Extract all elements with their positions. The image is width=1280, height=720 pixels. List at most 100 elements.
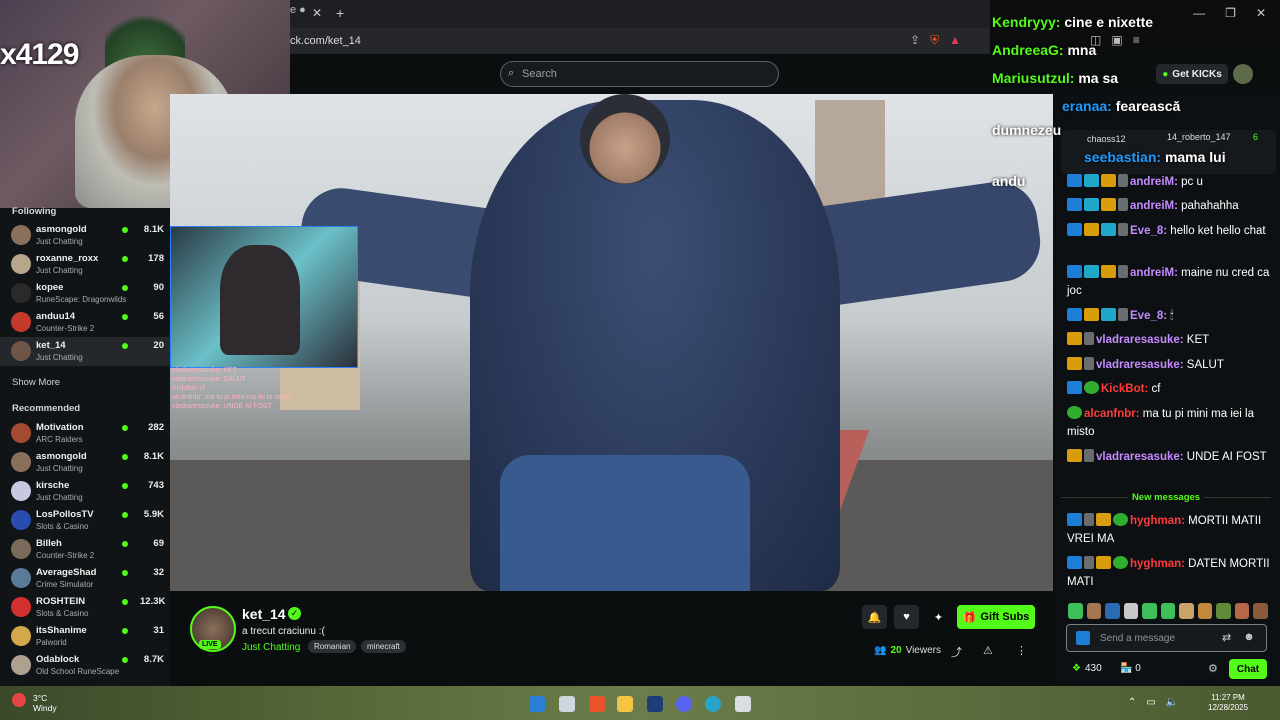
wallet-icon[interactable]: ▣ [1111, 33, 1122, 47]
chat-username[interactable]: KickBot: [1101, 383, 1148, 395]
volume-icon[interactable]: 🔈 [1166, 697, 1178, 708]
chat-message: andreiM: maine nu cred ca joc [1067, 264, 1272, 300]
chat-username[interactable]: Eve_8: [1130, 310, 1167, 322]
chat-username[interactable]: vladraresasuke: [1096, 451, 1184, 463]
brave-icon[interactable] [589, 696, 605, 712]
chat-username[interactable]: alcanfnbr: [1084, 408, 1140, 420]
chat-badge-icon [1067, 308, 1082, 321]
sidebar-item-kirsche[interactable]: kirsche Just Chatting 743 [0, 477, 170, 506]
chat-badge-icon [1084, 449, 1094, 462]
translate-icon[interactable]: ⇄ [1222, 631, 1231, 644]
browser-tab[interactable]: e ● [290, 4, 330, 24]
chat-badge-icon [1067, 357, 1082, 370]
clip-button[interactable]: ✦ [926, 605, 951, 629]
taskview-icon[interactable] [559, 696, 575, 712]
sidebar-item-category: Just Chatting [36, 493, 83, 502]
discord-icon[interactable] [676, 696, 692, 712]
browser-extensions: ⇪ ⛨ ▲ [910, 33, 961, 48]
chevron-up-icon[interactable]: ⌃ [1128, 697, 1136, 708]
gear-icon[interactable]: ⚙ [1208, 662, 1218, 675]
emoji-icon[interactable]: ☻ [1243, 631, 1255, 644]
notification-bell-button[interactable]: 🔔 [862, 605, 887, 629]
tag-romanian[interactable]: Romanian [308, 640, 357, 653]
stream-category[interactable]: Just Chatting [242, 642, 300, 653]
sidebar-item-roxanne_roxx[interactable]: roxanne_roxx Just Chatting 178 [0, 250, 170, 279]
brave-shield-icon[interactable]: ⛨ [930, 33, 939, 48]
calculator-icon[interactable] [735, 696, 751, 712]
brave-rewards-icon[interactable]: ▲ [949, 33, 961, 48]
follow-button[interactable]: ♥ [894, 605, 919, 629]
emote-icon[interactable] [1253, 603, 1269, 619]
network-icon[interactable]: ▭ [1146, 697, 1155, 708]
sidebar-item-billeh[interactable]: Billeh Counter-Strike 2 69 [0, 535, 170, 564]
badge-icon [1076, 631, 1090, 645]
more-options-icon[interactable]: ⋮ [1016, 644, 1027, 657]
emote-icon[interactable] [1105, 603, 1120, 619]
address-bar[interactable] [290, 28, 990, 54]
show-more-link[interactable]: Show More [12, 377, 60, 388]
shop-counter[interactable]: 🏪 0 [1120, 663, 1141, 674]
sidebar-item-itsshanime[interactable]: itsShanime Palworld 31 [0, 622, 170, 651]
maximize-icon[interactable]: ❐ [1225, 6, 1236, 20]
sidebar-item-asmongold[interactable]: asmongold Just Chatting 8.1K [0, 221, 170, 250]
emote-icon[interactable] [1142, 603, 1157, 619]
live-dot-icon [122, 425, 128, 431]
browser-icon[interactable] [705, 696, 721, 712]
steam-icon[interactable] [647, 696, 663, 712]
sidebar-item-asmongold[interactable]: asmongold Just Chatting 8.1K [0, 448, 170, 477]
chat-badge-icon [1067, 449, 1082, 462]
tag-minecraft[interactable]: minecraft [361, 640, 406, 653]
channel-name[interactable]: ket_14 [242, 606, 286, 622]
chat-message: Eve_8: hello ket hello chat [1067, 222, 1272, 240]
user-avatar[interactable] [1233, 64, 1253, 84]
emote-icon[interactable] [1179, 603, 1194, 619]
get-kicks-button[interactable]: ● Get KICKs [1156, 64, 1228, 84]
overlay-chat-user: AndreeaG: [992, 42, 1064, 58]
search-placeholder: Search [522, 68, 557, 80]
emote-icon[interactable] [1234, 603, 1250, 619]
share-icon[interactable]: ⇪ [910, 33, 920, 48]
share-icon[interactable]: ⤴ [951, 644, 962, 660]
new-tab-button[interactable]: + [336, 5, 344, 21]
sidebar-item-kopee[interactable]: kopee RuneScape: Dragonwilds 90 [0, 279, 170, 308]
chat-username[interactable]: andreiM: [1130, 176, 1178, 188]
sidebar-item-anduu14[interactable]: anduu14 Counter-Strike 2 56 [0, 308, 170, 337]
menu-icon[interactable]: ≡ [1133, 33, 1140, 47]
emote-icon[interactable] [1086, 603, 1102, 619]
close-window-icon[interactable]: ✕ [1256, 6, 1266, 20]
report-icon[interactable]: ⚠ [983, 644, 993, 657]
sidebar-item-motivation[interactable]: Motivation ARC Raiders 282 [0, 419, 170, 448]
emote-icon[interactable] [1160, 603, 1176, 619]
chat-username[interactable]: hyghman: [1130, 558, 1185, 570]
minimize-icon[interactable]: — [1193, 6, 1205, 20]
sidebar-item-viewers: 8.7K [143, 654, 164, 665]
clock[interactable]: 11:27 PM 12/28/2025 [1208, 693, 1248, 713]
sidebar-item-lospollostv[interactable]: LosPollosTV Slots & Casino 5.9K [0, 506, 170, 535]
emote-icon[interactable] [1123, 603, 1139, 619]
chat-username[interactable]: vladraresasuke: [1096, 359, 1184, 371]
chat-username[interactable]: andreiM: [1130, 200, 1178, 212]
sidebar-item-averageshad[interactable]: AverageShad Crime Simulator 32 [0, 564, 170, 593]
live-dot-icon [122, 541, 128, 547]
close-tab-icon[interactable]: ✕ [312, 6, 322, 20]
sidebar-item-ket_14[interactable]: ket_14 Just Chatting 20 [0, 337, 170, 366]
chat-username[interactable]: hyghman: [1130, 515, 1185, 527]
avatar [11, 510, 31, 530]
file-explorer-icon[interactable] [617, 696, 633, 712]
url-text[interactable]: ck.com/ket_14 [290, 35, 361, 47]
chat-username[interactable]: Eve_8: [1130, 225, 1167, 237]
weather-widget[interactable]: 3°C Windy [33, 693, 57, 713]
channel-points[interactable]: ❖ 430 [1072, 663, 1102, 674]
emote-icon[interactable] [1216, 603, 1231, 619]
start-icon[interactable] [529, 696, 545, 712]
gift-subs-button[interactable]: 🎁 Gift Subs [957, 605, 1035, 629]
chat-send-button[interactable]: Chat [1229, 659, 1267, 679]
chat-badge-icon [1113, 513, 1128, 526]
chat-username[interactable]: andreiM: [1130, 267, 1178, 279]
chat-username[interactable]: vladraresasuke: [1096, 334, 1184, 346]
emote-icon[interactable] [1197, 603, 1213, 619]
sidebar-item-roshtein[interactable]: ROSHTEIN Slots & Casino 12.3K [0, 593, 170, 622]
emote-icon[interactable] [1068, 603, 1083, 619]
sidebar-item-odablock[interactable]: Odablock Old School RuneScape 8.7K [0, 651, 170, 680]
sidebar-item-category: Slots & Casino [36, 522, 89, 531]
